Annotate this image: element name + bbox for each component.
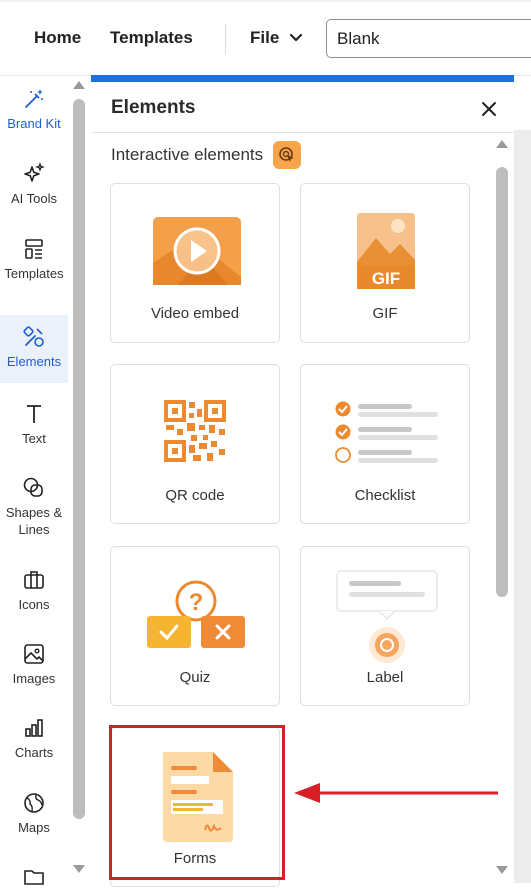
nav-divider [225, 24, 226, 54]
panel-divider [91, 132, 514, 133]
sidebar-item-brand-kit[interactable]: Brand Kit [0, 87, 68, 132]
nav-templates-link[interactable]: Templates [110, 28, 193, 48]
bar-chart-icon [25, 719, 43, 737]
section-title: Interactive elements [111, 145, 264, 164]
top-bar: Home Templates File [0, 0, 531, 76]
file-menu-button[interactable]: File [250, 28, 303, 48]
sidebar-item-label: Maps [18, 820, 50, 835]
card-label: Quiz [179, 669, 211, 686]
sidebar-scroll-up-arrow[interactable] [73, 81, 85, 89]
checklist-icon [335, 401, 438, 463]
gif-icon: GIF [357, 213, 415, 289]
nav-home-link[interactable]: Home [34, 28, 81, 48]
text-icon [27, 405, 41, 423]
chevron-down-icon [290, 33, 303, 42]
card-label: GIF [372, 305, 398, 322]
card-label: QR code [165, 487, 225, 504]
element-card-gif[interactable]: GIF GIF [300, 183, 470, 343]
panel-accent-bar [91, 75, 514, 82]
card-label: Checklist [354, 487, 416, 504]
canvas-edge [514, 130, 531, 883]
sidebar-item-label: Text [22, 431, 46, 446]
globe-icon [24, 793, 44, 813]
sidebar-item-icons[interactable]: Icons [0, 568, 68, 613]
sidebar-item-label: Images [12, 671, 56, 686]
sidebar-scroll-down-arrow[interactable] [73, 865, 85, 873]
panel-scrollbar-thumb[interactable] [496, 167, 508, 597]
close-icon[interactable] [479, 99, 499, 119]
sidebar-item-label: Shapes & Lines [5, 505, 63, 537]
sidebar-item-label: AI Tools [10, 191, 57, 206]
element-card-label[interactable]: Label [300, 546, 470, 706]
magic-wand-icon [25, 89, 43, 108]
sidebar-item-folder[interactable] [0, 865, 68, 893]
sidebar-item-text[interactable]: Text [0, 402, 68, 447]
sidebar-item-charts[interactable]: Charts [0, 716, 68, 761]
folder-icon [24, 870, 44, 885]
elements-icon [23, 326, 44, 347]
quiz-icon: ? [147, 580, 245, 648]
panel-scroll-down-arrow[interactable] [496, 866, 508, 874]
top-trim [0, 0, 531, 2]
document-title-input[interactable] [326, 19, 531, 58]
interactive-badge-icon [273, 141, 302, 169]
section-header: Interactive elements [111, 141, 302, 169]
shapes-icon [23, 477, 43, 497]
card-label: Video embed [150, 305, 240, 322]
templates-icon [25, 239, 43, 259]
sidebar-item-label: Brand Kit [7, 116, 61, 131]
elements-panel: Elements Interactive elements Video embe… [91, 75, 514, 887]
sidebar-item-label: Charts [14, 745, 54, 760]
sidebar-item-label: Templates [4, 266, 64, 281]
briefcase-icon [24, 571, 44, 589]
label-icon [336, 570, 438, 663]
sidebar-item-label: Elements [6, 354, 62, 369]
forms-icon [163, 752, 233, 842]
sidebar-item-elements[interactable]: Elements [0, 315, 68, 383]
left-sidebar: Brand Kit AI Tools Templates Elements Te… [0, 77, 70, 885]
sidebar-item-maps[interactable]: Maps [0, 791, 68, 836]
element-card-qr-code[interactable]: QR code [110, 364, 280, 524]
image-icon [24, 644, 44, 664]
element-card-forms[interactable]: Forms [110, 727, 280, 887]
element-card-checklist[interactable]: Checklist [300, 364, 470, 524]
element-card-video-embed[interactable]: Video embed [110, 183, 280, 343]
sidebar-scrollbar-thumb[interactable] [73, 99, 85, 819]
sidebar-item-templates[interactable]: Templates [0, 237, 68, 282]
sidebar-item-images[interactable]: Images [0, 642, 68, 687]
panel-title: Elements [111, 97, 196, 118]
video-embed-icon [153, 217, 241, 285]
sidebar-item-label: Icons [18, 597, 50, 612]
element-card-quiz[interactable]: ? Quiz [110, 546, 280, 706]
card-label: Forms [173, 850, 217, 867]
file-menu-label: File [250, 28, 280, 47]
svg-text:?: ? [189, 589, 204, 616]
sparkles-icon [24, 162, 45, 182]
panel-scroll-up-arrow[interactable] [496, 140, 508, 148]
sidebar-item-ai-tools[interactable]: AI Tools [0, 162, 68, 207]
card-label: Label [366, 669, 404, 686]
annotation-arrow-icon [294, 783, 498, 803]
qr-code-icon [164, 400, 226, 462]
gif-badge-text: GIF [372, 269, 400, 288]
sidebar-item-shapes-lines[interactable]: Shapes & Lines [0, 476, 68, 538]
